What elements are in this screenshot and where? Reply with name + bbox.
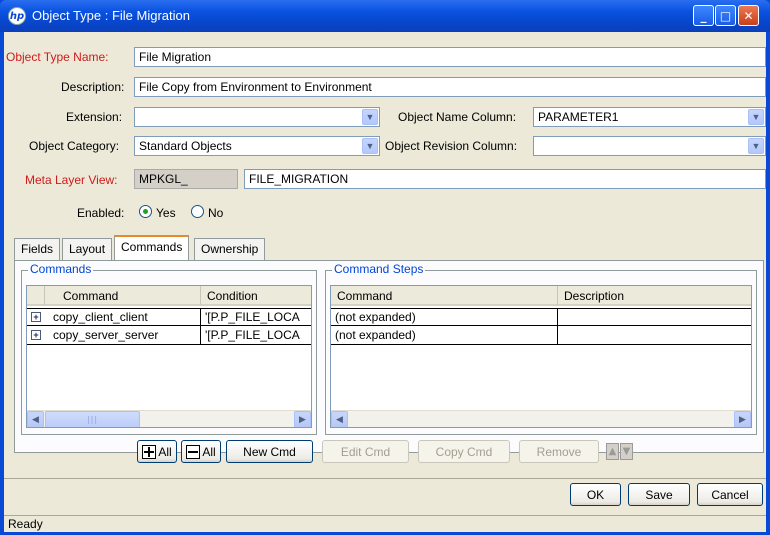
meta-layer-view-prefix: MPKGL_: [134, 169, 238, 189]
table-row[interactable]: (not expanded): [331, 308, 751, 327]
object-name-column-label: Object Name Column:: [398, 110, 517, 124]
scroll-right-icon[interactable]: ▶: [294, 411, 311, 427]
object-name-column-value: PARAMETER1: [538, 110, 619, 124]
move-down-icon[interactable]: ▼: [620, 443, 633, 460]
enabled-label: Enabled:: [77, 206, 125, 220]
step-command-cell: (not expanded): [331, 309, 558, 327]
command-steps-table: Command Description (not expanded) (not …: [330, 285, 752, 428]
meta-layer-view-input[interactable]: FILE_MIGRATION: [244, 169, 766, 189]
object-type-name-input[interactable]: File Migration: [134, 47, 766, 67]
object-category-select[interactable]: Standard Objects ▼: [134, 136, 380, 156]
condition-cell: '[P.P_FILE_LOCA: [201, 327, 311, 345]
column-header-condition[interactable]: Condition: [201, 286, 311, 306]
scroll-left-icon[interactable]: ◀: [27, 411, 44, 427]
meta-layer-view-label: Meta Layer View:: [25, 173, 118, 187]
commands-table: Command Condition + copy_client_client '…: [26, 285, 312, 428]
commands-group-title: Commands: [28, 262, 94, 276]
close-button[interactable]: ✕: [738, 5, 759, 26]
dialog-body: Object Type Name: File Migration Descrip…: [4, 32, 766, 531]
plus-icon: [142, 444, 157, 459]
copy-cmd-button[interactable]: Copy Cmd: [418, 440, 510, 463]
scroll-right-icon[interactable]: ▶: [734, 411, 751, 427]
move-up-icon[interactable]: ▲: [606, 443, 619, 460]
new-cmd-button[interactable]: New Cmd: [226, 440, 313, 463]
command-steps-group: Command Steps Command Description (not e…: [325, 262, 757, 435]
tab-layout[interactable]: Layout: [62, 238, 113, 260]
steps-horizontal-scrollbar[interactable]: ◀ ▶: [331, 410, 751, 427]
extension-label: Extension:: [66, 110, 123, 124]
table-row[interactable]: + copy_client_client '[P.P_FILE_LOCA: [27, 308, 311, 327]
collapse-all-button[interactable]: All: [181, 440, 221, 463]
step-description-cell: [558, 327, 751, 345]
object-type-name-label: Object Type Name:: [6, 50, 109, 64]
minimize-button[interactable]: _: [693, 5, 714, 26]
command-cell: copy_client_client: [45, 309, 201, 327]
title-bar[interactable]: hp Object Type : File Migration _ □ ✕: [0, 0, 770, 32]
tab-commands[interactable]: Commands: [114, 235, 190, 261]
chevron-down-icon[interactable]: ▼: [748, 109, 764, 125]
tab-fields[interactable]: Fields: [14, 238, 61, 260]
expand-plus-icon[interactable]: +: [31, 330, 41, 340]
expand-plus-icon[interactable]: +: [31, 312, 41, 322]
object-revision-column-select[interactable]: ▼: [533, 136, 766, 156]
object-name-column-select[interactable]: PARAMETER1 ▼: [533, 107, 766, 127]
step-description-cell: [558, 309, 751, 327]
commands-tab-panel: Commands Command Condition + copy_client…: [14, 260, 764, 453]
maximize-button[interactable]: □: [715, 5, 736, 26]
scroll-thumb[interactable]: |||: [45, 411, 140, 427]
separator: [4, 478, 766, 479]
status-bar: Ready: [4, 515, 766, 532]
enabled-no-radio[interactable]: [191, 205, 204, 218]
table-row[interactable]: (not expanded): [331, 327, 751, 345]
table-row[interactable]: + copy_server_server '[P.P_FILE_LOCA: [27, 327, 311, 345]
save-button[interactable]: Save: [628, 483, 690, 506]
chevron-down-icon[interactable]: ▼: [362, 109, 378, 125]
minus-icon: [186, 444, 201, 459]
description-label: Description:: [61, 80, 125, 94]
enabled-yes-radio[interactable]: [139, 205, 152, 218]
expand-all-label: All: [158, 444, 172, 459]
object-revision-column-label: Object Revision Column:: [385, 139, 518, 153]
tab-ownership[interactable]: Ownership: [194, 238, 266, 260]
commands-horizontal-scrollbar[interactable]: ◀ ||| ▶: [27, 410, 311, 427]
description-input[interactable]: File Copy from Environment to Environmen…: [134, 77, 766, 97]
dialog-window: hp Object Type : File Migration _ □ ✕ Ob…: [0, 0, 770, 535]
column-header-command[interactable]: Command: [45, 286, 201, 306]
edit-cmd-button[interactable]: Edit Cmd: [322, 440, 409, 463]
command-cell: copy_server_server: [45, 327, 201, 345]
scroll-left-icon[interactable]: ◀: [331, 411, 348, 427]
remove-button[interactable]: Remove: [519, 440, 599, 463]
command-steps-group-title: Command Steps: [332, 262, 426, 276]
condition-cell: '[P.P_FILE_LOCA: [201, 309, 311, 327]
hp-logo-icon: hp: [8, 7, 26, 25]
column-header-description[interactable]: Description: [558, 286, 751, 306]
enabled-yes-label[interactable]: Yes: [156, 206, 176, 220]
column-header-command[interactable]: Command: [331, 286, 558, 306]
step-command-cell: (not expanded): [331, 327, 558, 345]
extension-select[interactable]: ▼: [134, 107, 380, 127]
collapse-all-label: All: [202, 444, 216, 459]
ok-button[interactable]: OK: [570, 483, 621, 506]
window-title: Object Type : File Migration: [32, 8, 190, 23]
object-category-label: Object Category:: [29, 139, 120, 153]
cancel-button[interactable]: Cancel: [697, 483, 763, 506]
enabled-no-label[interactable]: No: [208, 206, 223, 220]
chevron-down-icon[interactable]: ▼: [748, 138, 764, 154]
expand-all-button[interactable]: All: [137, 440, 177, 463]
commands-group: Commands Command Condition + copy_client…: [21, 262, 317, 435]
object-category-value: Standard Objects: [139, 139, 232, 153]
chevron-down-icon[interactable]: ▼: [362, 138, 378, 154]
